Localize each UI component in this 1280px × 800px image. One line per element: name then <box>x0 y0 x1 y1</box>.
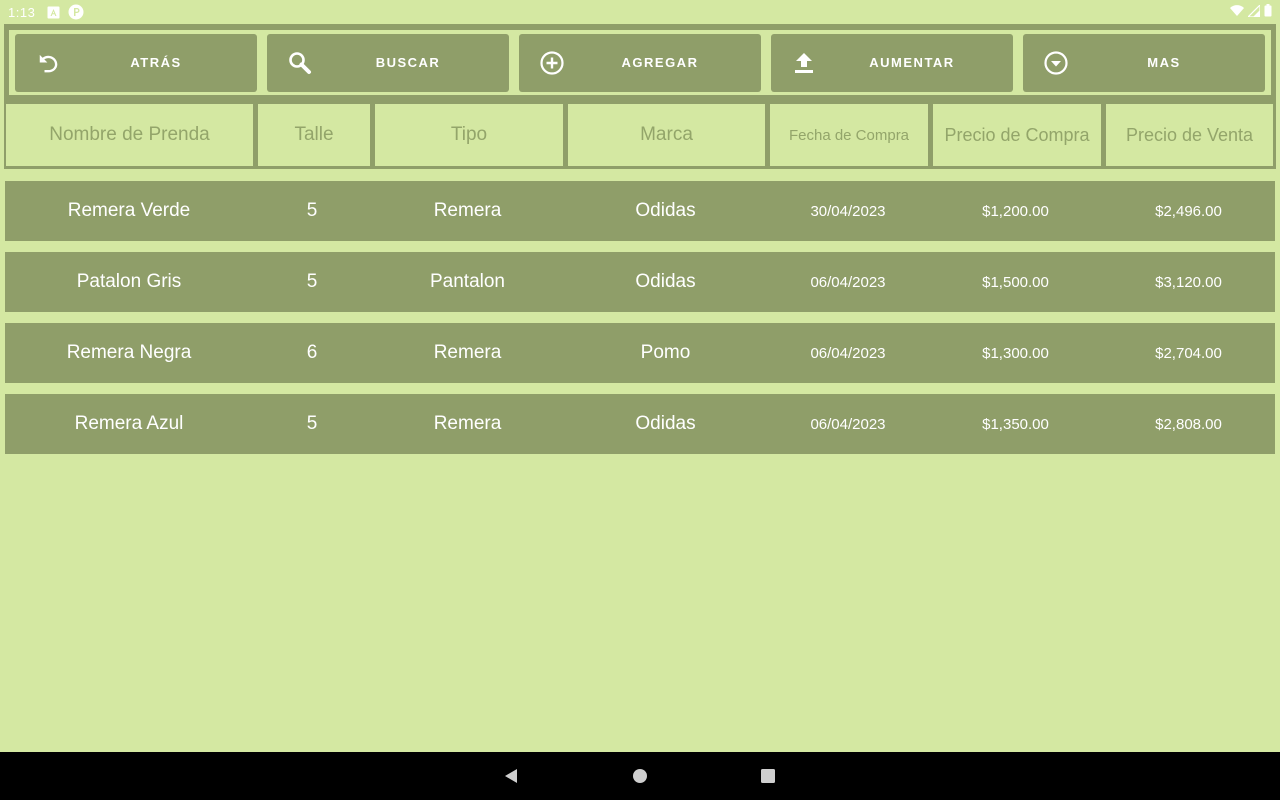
status-bar: 1:13 <box>0 0 1280 24</box>
wifi-icon <box>1230 4 1244 20</box>
cell-size: 5 <box>306 200 318 221</box>
status-time: 1:13 <box>8 4 36 20</box>
search-button[interactable]: BUSCAR <box>267 33 509 92</box>
table-row[interactable]: Remera Negra 6 Remera Pomo 06/04/2023 $1… <box>5 323 1275 383</box>
cell-purchase-date: 06/04/2023 <box>810 415 886 433</box>
table-row[interactable]: Remera Verde 5 Remera Odidas 30/04/2023 … <box>5 181 1275 241</box>
signal-icon <box>1246 3 1261 20</box>
cell-brand: Odidas <box>635 413 696 434</box>
header-brand[interactable]: Marca <box>568 104 765 166</box>
increase-button[interactable]: AUMENTAR <box>771 33 1013 92</box>
cell-size: 5 <box>306 413 318 434</box>
table-header: Nombre de Prenda Talle Tipo Marca Fecha … <box>4 101 1276 169</box>
add-circle-icon <box>539 50 565 76</box>
table-body: Remera Verde 5 Remera Odidas 30/04/2023 … <box>5 181 1275 465</box>
cell-type: Pantalon <box>429 271 505 292</box>
cell-type: Remera <box>433 413 502 434</box>
more-button[interactable]: MAS <box>1023 33 1265 92</box>
header-purchase-price[interactable]: Precio de Compra <box>933 104 1101 166</box>
cell-purchase-price: $1,350.00 <box>982 415 1049 433</box>
header-size[interactable]: Talle <box>258 104 370 166</box>
cell-sale-price: $2,808.00 <box>1155 415 1222 433</box>
back-button[interactable]: ATRÁS <box>15 33 257 92</box>
notification-p-icon <box>68 4 84 20</box>
add-button[interactable]: AGREGAR <box>519 33 761 92</box>
cell-brand: Odidas <box>635 200 696 221</box>
cell-name: Remera Azul <box>74 413 184 434</box>
cell-purchase-price: $1,500.00 <box>982 273 1049 291</box>
cell-type: Remera <box>433 200 502 221</box>
cell-name: Remera Negra <box>66 342 192 363</box>
cell-sale-price: $2,704.00 <box>1155 344 1222 362</box>
back-nav-icon[interactable] <box>503 768 519 784</box>
battery-icon <box>1264 4 1272 20</box>
cell-name: Remera Verde <box>67 200 191 221</box>
notification-a-icon <box>47 6 60 19</box>
cell-purchase-date: 30/04/2023 <box>810 202 886 220</box>
home-nav-icon[interactable] <box>632 768 648 784</box>
header-purchase-date[interactable]: Fecha de Compra <box>770 104 928 166</box>
cell-size: 6 <box>306 342 318 363</box>
toolbar-buttons: ATRÁS BUSCAR AGREGAR AUMENTAR MAS <box>9 30 1271 95</box>
recents-nav-icon[interactable] <box>760 768 776 784</box>
cell-size: 5 <box>306 271 318 292</box>
table-row[interactable]: Patalon Gris 5 Pantalon Odidas 06/04/202… <box>5 252 1275 312</box>
undo-arrow-icon <box>35 50 61 76</box>
navigation-bar <box>0 752 1280 800</box>
dropdown-circle-icon <box>1043 50 1069 76</box>
cell-purchase-date: 06/04/2023 <box>810 273 886 291</box>
cell-purchase-date: 06/04/2023 <box>810 344 886 362</box>
cell-sale-price: $2,496.00 <box>1155 202 1222 220</box>
header-type[interactable]: Tipo <box>375 104 563 166</box>
table-row[interactable]: Remera Azul 5 Remera Odidas 06/04/2023 $… <box>5 394 1275 454</box>
cell-type: Remera <box>433 342 502 363</box>
header-sale-price[interactable]: Precio de Venta <box>1106 104 1273 166</box>
cell-purchase-price: $1,300.00 <box>982 344 1049 362</box>
header-name[interactable]: Nombre de Prenda <box>6 104 253 166</box>
cell-purchase-price: $1,200.00 <box>982 202 1049 220</box>
cell-brand: Odidas <box>635 271 696 292</box>
upload-icon <box>791 50 817 76</box>
cell-name: Patalon Gris <box>76 271 182 292</box>
toolbar: ATRÁS BUSCAR AGREGAR AUMENTAR MAS <box>4 24 1276 101</box>
search-icon <box>287 50 313 76</box>
cell-brand: Pomo <box>640 342 691 363</box>
cell-sale-price: $3,120.00 <box>1155 273 1222 291</box>
